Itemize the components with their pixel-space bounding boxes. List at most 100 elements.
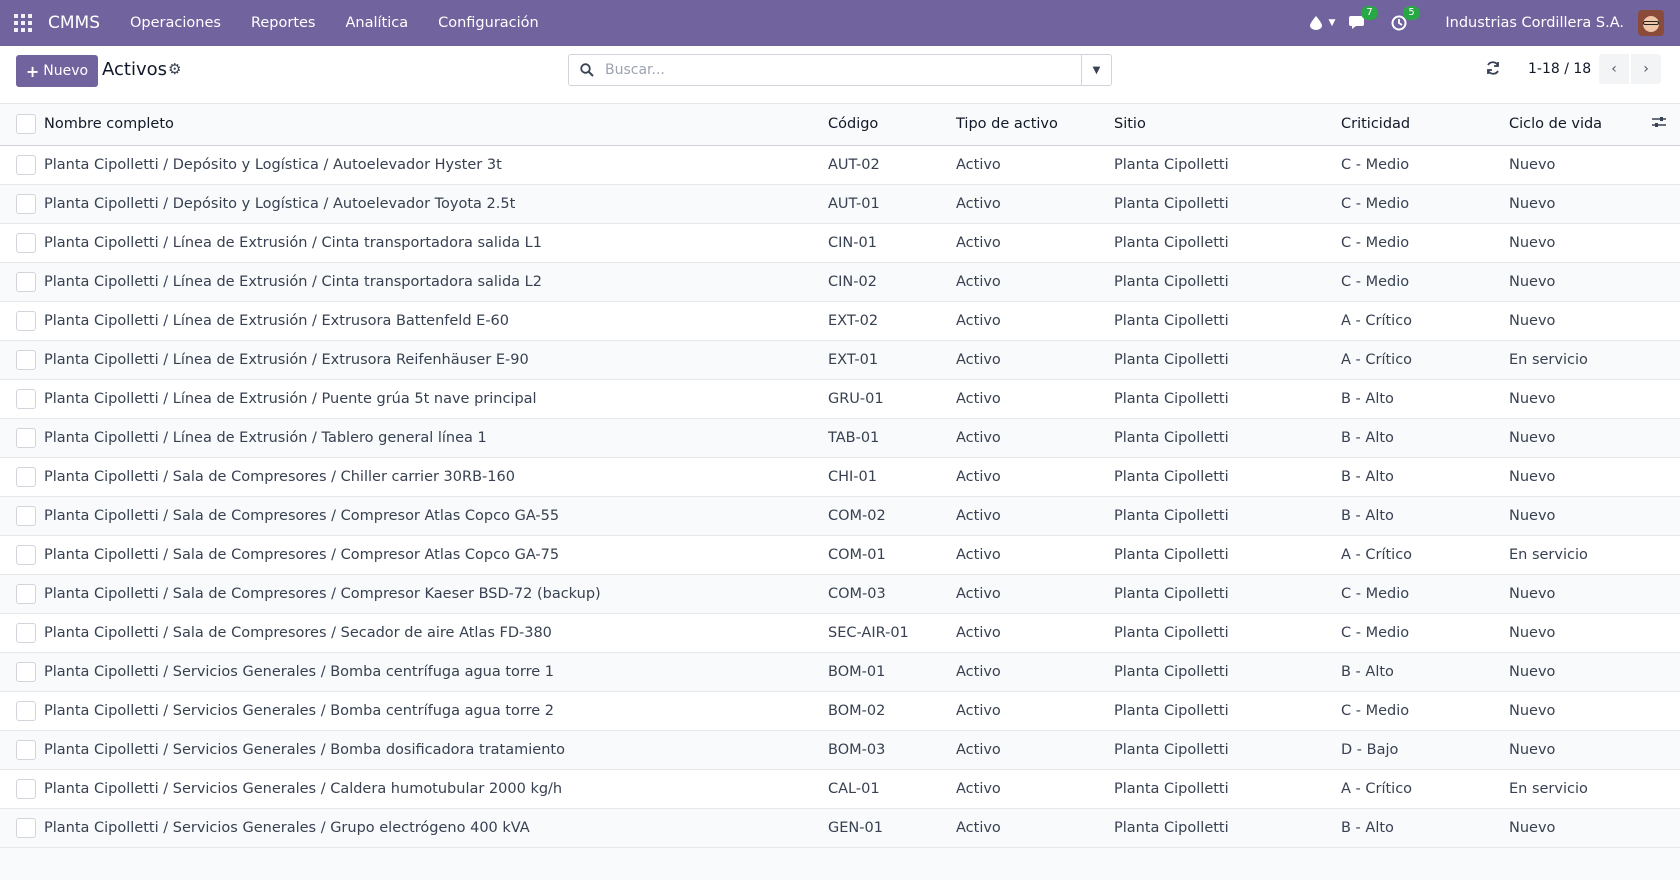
table-row[interactable]: Planta Cipolletti / Sala de Compresores … xyxy=(0,574,1680,613)
table-row[interactable]: Planta Cipolletti / Depósito y Logística… xyxy=(0,145,1680,184)
activities-clock-icon[interactable]: 5 xyxy=(1391,6,1420,31)
gear-icon[interactable]: ⚙ xyxy=(168,60,181,78)
table-row[interactable]: Planta Cipolletti / Servicios Generales … xyxy=(0,808,1680,847)
cell-lifecycle: En servicio xyxy=(1509,351,1588,368)
pager-value[interactable]: 1-18 / 18 xyxy=(1528,61,1591,77)
menu-analitica[interactable]: Analítica xyxy=(335,15,418,31)
table-row[interactable]: Planta Cipolletti / Línea de Extrusión /… xyxy=(0,301,1680,340)
new-button[interactable]: + Nuevo xyxy=(16,55,98,87)
column-header-lifecycle[interactable]: Ciclo de vida xyxy=(1509,104,1640,146)
pager-previous-button[interactable]: ‹ xyxy=(1599,54,1629,84)
cell-site: Planta Cipolletti xyxy=(1114,234,1229,251)
cell-site: Planta Cipolletti xyxy=(1114,702,1229,719)
app-brand[interactable]: CMMS xyxy=(48,13,100,33)
row-checkbox[interactable] xyxy=(16,193,36,214)
caret-down-icon: ▼ xyxy=(1092,64,1101,76)
column-header-site[interactable]: Sitio xyxy=(1114,104,1341,146)
cell-lifecycle: Nuevo xyxy=(1509,819,1556,836)
cell-lifecycle: Nuevo xyxy=(1509,195,1556,212)
refresh-icon[interactable] xyxy=(1486,60,1500,79)
row-checkbox[interactable] xyxy=(16,349,36,370)
row-checkbox[interactable] xyxy=(16,778,36,799)
row-checkbox[interactable] xyxy=(16,232,36,253)
row-checkbox[interactable] xyxy=(16,427,36,448)
table-row[interactable]: Planta Cipolletti / Servicios Generales … xyxy=(0,652,1680,691)
row-checkbox[interactable] xyxy=(16,388,36,409)
cell-code: COM-01 xyxy=(828,546,886,563)
row-checkbox[interactable] xyxy=(16,583,36,604)
cell-lifecycle: Nuevo xyxy=(1509,234,1556,251)
row-checkbox[interactable] xyxy=(16,622,36,643)
table-row[interactable]: Planta Cipolletti / Depósito y Logística… xyxy=(0,184,1680,223)
pager-next-button[interactable]: › xyxy=(1631,54,1661,84)
cell-code: EXT-01 xyxy=(828,351,879,368)
row-checkbox[interactable] xyxy=(16,154,36,175)
new-button-label: Nuevo xyxy=(43,63,89,79)
cell-criticality: C - Medio xyxy=(1341,585,1410,602)
cell-empty xyxy=(1640,262,1680,301)
control-panel: + Nuevo Activos ⚙ ▼ 1-18 / 18 ‹ › xyxy=(0,46,1680,104)
cell-criticality: C - Medio xyxy=(1341,273,1410,290)
cell-site: Planta Cipolletti xyxy=(1114,390,1229,407)
cell-lifecycle: Nuevo xyxy=(1509,468,1556,485)
table-row[interactable]: Planta Cipolletti / Sala de Compresores … xyxy=(0,496,1680,535)
user-avatar[interactable] xyxy=(1638,10,1664,36)
cell-criticality: B - Alto xyxy=(1341,390,1394,407)
search-input[interactable] xyxy=(605,62,1081,78)
drop-icon[interactable]: ▼ xyxy=(1310,16,1335,30)
column-header-criticality[interactable]: Criticidad xyxy=(1341,104,1509,146)
cell-name: Planta Cipolletti / Depósito y Logística… xyxy=(44,156,502,173)
cell-type: Activo xyxy=(956,546,1001,563)
cell-site: Planta Cipolletti xyxy=(1114,663,1229,680)
table-row[interactable]: Planta Cipolletti / Línea de Extrusión /… xyxy=(0,418,1680,457)
messages-icon[interactable]: 7 xyxy=(1349,6,1378,31)
menu-operaciones[interactable]: Operaciones xyxy=(120,15,231,31)
row-checkbox[interactable] xyxy=(16,661,36,682)
menu-reportes[interactable]: Reportes xyxy=(241,15,326,31)
cell-empty xyxy=(1640,808,1680,847)
row-checkbox[interactable] xyxy=(16,739,36,760)
cell-empty xyxy=(1640,379,1680,418)
cell-code: CIN-01 xyxy=(828,234,877,251)
table-row[interactable]: Planta Cipolletti / Sala de Compresores … xyxy=(0,613,1680,652)
apps-grid-icon[interactable] xyxy=(14,14,32,32)
search-icon xyxy=(569,63,605,77)
table-row[interactable]: Planta Cipolletti / Sala de Compresores … xyxy=(0,457,1680,496)
cell-site: Planta Cipolletti xyxy=(1114,273,1229,290)
row-checkbox[interactable] xyxy=(16,817,36,838)
column-header-name[interactable]: Nombre completo xyxy=(44,104,828,146)
table-row[interactable]: Planta Cipolletti / Servicios Generales … xyxy=(0,769,1680,808)
row-checkbox[interactable] xyxy=(16,544,36,565)
table-row[interactable]: Planta Cipolletti / Línea de Extrusión /… xyxy=(0,340,1680,379)
table-row[interactable]: Planta Cipolletti / Sala de Compresores … xyxy=(0,535,1680,574)
table-row[interactable]: Planta Cipolletti / Servicios Generales … xyxy=(0,730,1680,769)
cell-lifecycle: En servicio xyxy=(1509,546,1588,563)
select-all-checkbox[interactable] xyxy=(16,114,36,135)
row-checkbox[interactable] xyxy=(16,505,36,526)
table-row[interactable]: Planta Cipolletti / Servicios Generales … xyxy=(0,691,1680,730)
row-checkbox[interactable] xyxy=(16,310,36,331)
row-checkbox[interactable] xyxy=(16,271,36,292)
plus-icon: + xyxy=(25,61,40,81)
cell-empty xyxy=(1640,457,1680,496)
column-header-code[interactable]: Código xyxy=(828,104,956,146)
row-checkbox[interactable] xyxy=(16,466,36,487)
cell-type: Activo xyxy=(956,819,1001,836)
table-row[interactable]: Planta Cipolletti / Línea de Extrusión /… xyxy=(0,262,1680,301)
assets-table: Nombre completo Código Tipo de activo Si… xyxy=(0,104,1680,848)
table-row[interactable]: Planta Cipolletti / Línea de Extrusión /… xyxy=(0,379,1680,418)
cell-code: BOM-02 xyxy=(828,702,886,719)
cell-lifecycle: Nuevo xyxy=(1509,663,1556,680)
row-checkbox[interactable] xyxy=(16,700,36,721)
cell-type: Activo xyxy=(956,390,1001,407)
optional-columns-icon[interactable] xyxy=(1640,104,1680,146)
cell-name: Planta Cipolletti / Línea de Extrusión /… xyxy=(44,234,542,251)
cell-type: Activo xyxy=(956,585,1001,602)
cell-type: Activo xyxy=(956,702,1001,719)
company-name[interactable]: Industrias Cordillera S.A. xyxy=(1445,15,1624,31)
search-options-toggle[interactable]: ▼ xyxy=(1081,55,1111,85)
menu-configuracion[interactable]: Configuración xyxy=(428,15,549,31)
table-row[interactable]: Planta Cipolletti / Línea de Extrusión /… xyxy=(0,223,1680,262)
column-header-type[interactable]: Tipo de activo xyxy=(956,104,1114,146)
cell-type: Activo xyxy=(956,312,1001,329)
